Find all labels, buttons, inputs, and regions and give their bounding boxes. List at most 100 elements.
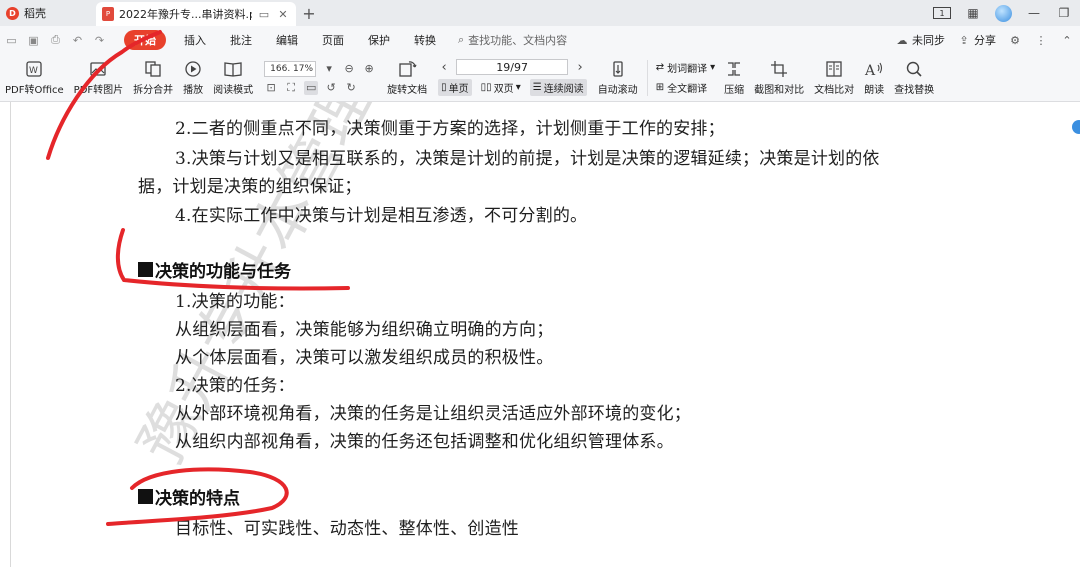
body-line: 2.决策的任务： [175, 376, 295, 396]
single-page-label: 单页 [448, 84, 469, 95]
full-translate-icon: ⊞ [655, 82, 665, 93]
cloud-icon: ☁ [896, 33, 908, 47]
play-label: 播放 [183, 84, 204, 96]
split-merge-button[interactable]: 拆分合并 [128, 56, 178, 100]
zoom-in-icon[interactable]: ⊕ [362, 62, 376, 76]
find-replace-label: 查找替换 [894, 84, 935, 96]
menu-right: ☁ 未同步 ⇪ 分享 ⚙ ⋮ ⌃ [895, 32, 1080, 48]
pdf-to-office-label: PDF转Office [5, 84, 64, 96]
compress-label: 压缩 [724, 84, 745, 96]
page-navigation: ‹ 19/97 › ▯ 单页 ▯▯ 双页 ▾ ☰ 连续阅读 [432, 59, 593, 96]
new-tab-button[interactable]: + [296, 0, 322, 26]
pdf-to-image-button[interactable]: PDF转图片 [69, 56, 128, 100]
auto-scroll-button[interactable]: 自动滚动 [593, 56, 643, 100]
compress-button[interactable]: 压缩 [719, 56, 749, 100]
fit-width-icon[interactable]: ▭ [304, 80, 319, 95]
double-page-button[interactable]: ▯▯ 双页 ▾ [478, 79, 524, 96]
collapse-ribbon-icon[interactable]: ⌃ [1060, 33, 1074, 47]
sync-button[interactable]: ☁ 未同步 [895, 32, 946, 48]
close-tab-icon[interactable]: ✕ [276, 7, 290, 21]
page-number-input[interactable]: 19/97 [456, 59, 569, 75]
translate-group: ⇄ 划词翻译 ▾ ⊞ 全文翻译 [652, 60, 719, 95]
body-line: 4.在实际工作中决策与计划是相互渗透，不可分割的。 [175, 206, 588, 226]
body-line: 3.决策与计划又是相互联系的，决策是计划的前提，计划是决策的逻辑延续；决策是计划… [175, 149, 880, 169]
undo-icon[interactable]: ↶ [71, 34, 84, 47]
find-replace-button[interactable]: 查找替换 [889, 56, 939, 100]
document-compare-label: 文档比对 [814, 84, 855, 96]
menu-insert[interactable]: 插入 [172, 30, 218, 50]
double-page-icon: ▯▯ [480, 82, 492, 93]
settings-gear-icon[interactable]: ⚙ [1008, 33, 1022, 47]
app-tab-label: 稻壳 [24, 7, 46, 20]
read-aloud-button[interactable]: A 朗读 [859, 56, 889, 100]
zoom-level-input[interactable]: 166. 17% [264, 60, 317, 77]
share-button[interactable]: ⇪ 分享 [957, 32, 996, 48]
zoom-group: 166. 17% ▾ ⊖ ⊕ ⊡ ⛶ ▭ ↺ ↻ [258, 60, 382, 95]
actual-size-icon[interactable]: ⊡ [264, 81, 278, 95]
compress-icon [724, 60, 744, 78]
continuous-read-button[interactable]: ☰ 连续阅读 [529, 79, 587, 96]
save-icon[interactable]: ▣ [27, 34, 40, 47]
menu-start[interactable]: 开始 [124, 30, 166, 50]
rotate-document-button[interactable]: 旋转文档 [382, 56, 432, 100]
command-search-placeholder: 查找功能、文档内容 [468, 34, 568, 47]
folder-icon[interactable]: ▭ [5, 34, 18, 47]
menu-convert[interactable]: 转换 [402, 30, 448, 50]
word-translate-button[interactable]: ⇄ 划词翻译 ▾ [656, 60, 715, 75]
next-page-icon[interactable]: › [574, 60, 586, 75]
menu-items: 开始 插入 批注 编辑 页面 保护 转换 ⌕ 查找功能、文档内容 [124, 30, 567, 50]
heading-square-icon [138, 262, 153, 277]
screenshot-compare-label: 截图和对比 [754, 84, 805, 96]
read-mode-button[interactable]: 阅读模式 [208, 56, 258, 100]
rotate-document-label: 旋转文档 [387, 84, 428, 96]
print-icon[interactable]: ⎙ [49, 33, 62, 47]
fit-page-icon[interactable]: ⛶ [284, 81, 298, 95]
layout-switch-button[interactable]: 1 [933, 7, 951, 19]
screenshot-compare-button[interactable]: 截图和对比 [749, 56, 809, 100]
document-tab[interactable]: P 2022年豫升专...串讲资料.pdf ▭ ✕ [96, 2, 296, 26]
redo-icon[interactable]: ↷ [93, 34, 106, 47]
body-line: 目标性、可实践性、动态性、整体性、创造性 [175, 519, 519, 539]
word-translate-label: 划词翻译 [667, 64, 708, 75]
app-tab[interactable]: D 稻壳 [0, 0, 96, 26]
double-page-dropdown-icon: ▾ [515, 82, 521, 93]
apps-grid-icon[interactable]: ▦ [965, 5, 981, 21]
rotate-right-icon[interactable]: ↻ [344, 81, 358, 95]
avatar[interactable] [995, 4, 1012, 22]
pdf-to-word-icon: W [24, 60, 44, 78]
full-translate-button[interactable]: ⊞ 全文翻译 [656, 80, 715, 95]
document-compare-button[interactable]: 文档比对 [809, 56, 859, 100]
play-button[interactable]: 播放 [178, 56, 208, 100]
book-icon [223, 60, 243, 78]
single-page-icon: ▯ [441, 82, 447, 93]
pdf-to-office-button[interactable]: W PDF转Office [0, 56, 69, 100]
assistant-bubble[interactable] [1072, 120, 1080, 134]
more-icon[interactable]: ⋮ [1034, 33, 1048, 47]
menu-edit[interactable]: 编辑 [264, 30, 310, 50]
rotate-left-icon[interactable]: ↺ [324, 81, 338, 95]
svg-text:A: A [864, 63, 876, 78]
heading-square-icon [138, 489, 153, 504]
maximize-icon[interactable]: ❐ [1056, 5, 1072, 21]
document-compare-icon [824, 60, 844, 78]
menu-page[interactable]: 页面 [310, 30, 356, 50]
zoom-dropdown-icon[interactable]: ▾ [322, 62, 336, 76]
menu-protect[interactable]: 保护 [356, 30, 402, 50]
play-icon [183, 60, 203, 78]
body-line: 1.决策的功能： [175, 292, 295, 312]
previous-page-icon[interactable]: ‹ [438, 60, 450, 75]
single-page-button[interactable]: ▯ 单页 [438, 79, 472, 96]
document-viewport[interactable]: 豫升专升本管理学 2.二者的侧重点不同，决策侧重于方案的选择，计划侧重于工作的安… [0, 102, 1080, 567]
zoom-out-icon[interactable]: ⊖ [342, 62, 356, 76]
page-edge [10, 102, 11, 567]
rotate-document-icon [397, 60, 417, 78]
menu-annotate[interactable]: 批注 [218, 30, 264, 50]
magnifier-icon [904, 60, 924, 78]
command-search[interactable]: ⌕ 查找功能、文档内容 [458, 32, 567, 48]
read-aloud-icon: A [864, 60, 884, 78]
share-label: 分享 [974, 34, 996, 47]
minimize-icon[interactable]: — [1026, 5, 1042, 21]
full-translate-label: 全文翻译 [667, 84, 708, 95]
svg-text:W: W [29, 66, 38, 76]
pin-window-icon[interactable]: ▭ [257, 7, 271, 21]
